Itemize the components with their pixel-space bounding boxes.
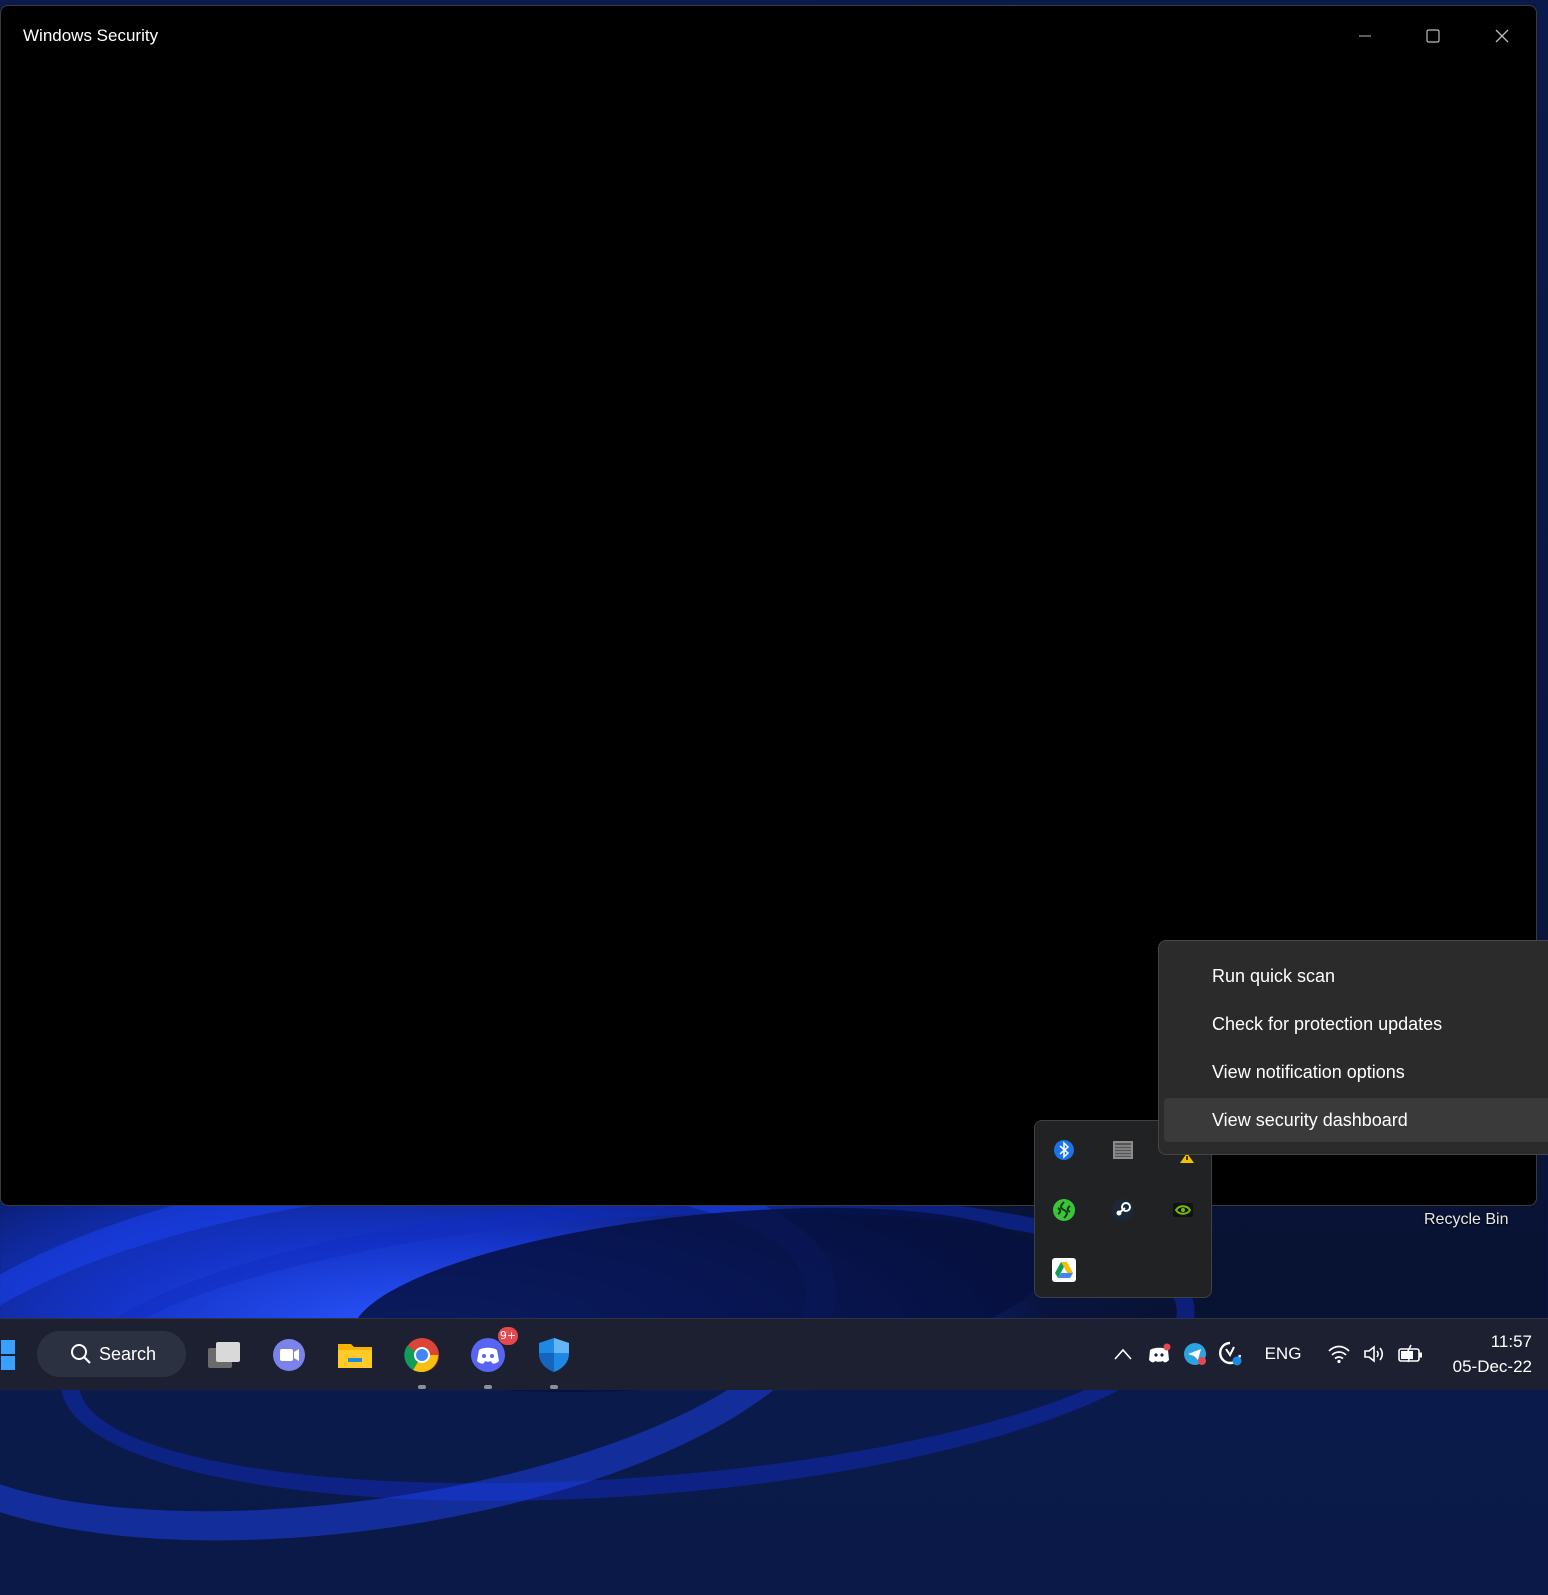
search-icon	[71, 1344, 91, 1364]
security-status-icon	[1219, 1341, 1242, 1366]
taskbar-teams[interactable]	[267, 1333, 311, 1377]
taskbar-search[interactable]: Search	[37, 1331, 186, 1377]
menu-item-run-quick-scan[interactable]: Run quick scan	[1164, 954, 1548, 998]
clock-date: 05-Dec-22	[1452, 1357, 1532, 1376]
taskbar-discord[interactable]: 9+	[466, 1327, 518, 1389]
close-button[interactable]	[1472, 18, 1532, 54]
network-adapter-icon[interactable]	[1108, 1135, 1138, 1165]
running-indicator	[484, 1385, 492, 1389]
windows-logo-icon	[1, 1340, 15, 1370]
clock-time: 11:57	[1490, 1332, 1532, 1351]
battery-charging-icon	[1398, 1344, 1422, 1363]
menu-item-view-security-dashboard[interactable]: View security dashboard	[1164, 1098, 1548, 1142]
razer-icon[interactable]	[1049, 1195, 1079, 1225]
taskbar-chrome[interactable]	[400, 1333, 444, 1389]
steam-icon[interactable]	[1108, 1195, 1138, 1225]
close-icon	[1495, 29, 1509, 43]
recycle-bin-label[interactable]: Recycle Bin	[1424, 1211, 1508, 1229]
minimize-button[interactable]	[1335, 18, 1395, 54]
running-indicator	[418, 1385, 426, 1389]
tray-telegram[interactable]	[1182, 1341, 1208, 1367]
volume-icon	[1364, 1345, 1384, 1363]
start-button[interactable]	[0, 1333, 22, 1377]
search-label: Search	[99, 1343, 157, 1364]
bluetooth-icon[interactable]	[1049, 1135, 1079, 1165]
wifi-icon	[1328, 1345, 1350, 1364]
folder-icon	[338, 1344, 372, 1368]
chevron-up-icon	[1114, 1348, 1132, 1360]
taskbar-task-view[interactable]	[202, 1333, 246, 1377]
maximize-icon	[1426, 29, 1440, 43]
tray-security-status[interactable]	[1218, 1341, 1244, 1367]
menu-item-check-protection-updates[interactable]: Check for protection updates	[1164, 1002, 1548, 1046]
taskbar-windows-security[interactable]	[532, 1333, 576, 1389]
notification-badge: 9+	[498, 1327, 518, 1345]
shield-icon	[539, 1338, 569, 1372]
menu-item-view-notification-options[interactable]: View notification options	[1164, 1050, 1548, 1094]
google-drive-icon[interactable]	[1049, 1255, 1079, 1285]
taskbar-clock[interactable]: 11:57 05-Dec-22	[1453, 1329, 1532, 1379]
maximize-button[interactable]	[1403, 18, 1463, 54]
task-view-icon	[208, 1342, 240, 1368]
taskbar-file-explorer[interactable]	[333, 1333, 377, 1377]
running-indicator	[550, 1385, 558, 1389]
chrome-icon	[404, 1338, 439, 1372]
nvidia-icon[interactable]	[1168, 1195, 1198, 1225]
windows-security-context-menu: Run quick scan Check for protection upda…	[1158, 940, 1548, 1155]
teams-icon	[273, 1339, 305, 1371]
tray-discord[interactable]	[1146, 1341, 1172, 1367]
window-title: Windows Security	[23, 26, 159, 45]
tray-battery[interactable]	[1397, 1341, 1425, 1367]
language-indicator[interactable]: ENG	[1262, 1341, 1304, 1367]
telegram-icon	[1184, 1343, 1206, 1365]
tray-wifi[interactable]	[1326, 1341, 1352, 1367]
taskbar: Search 9+ ENG 11:57 05-Dec-22	[0, 1318, 1548, 1390]
discord-tray-icon	[1149, 1343, 1171, 1363]
minimize-icon	[1359, 35, 1371, 37]
tray-volume[interactable]	[1361, 1341, 1387, 1367]
show-hidden-icons-button[interactable]	[1111, 1341, 1135, 1367]
